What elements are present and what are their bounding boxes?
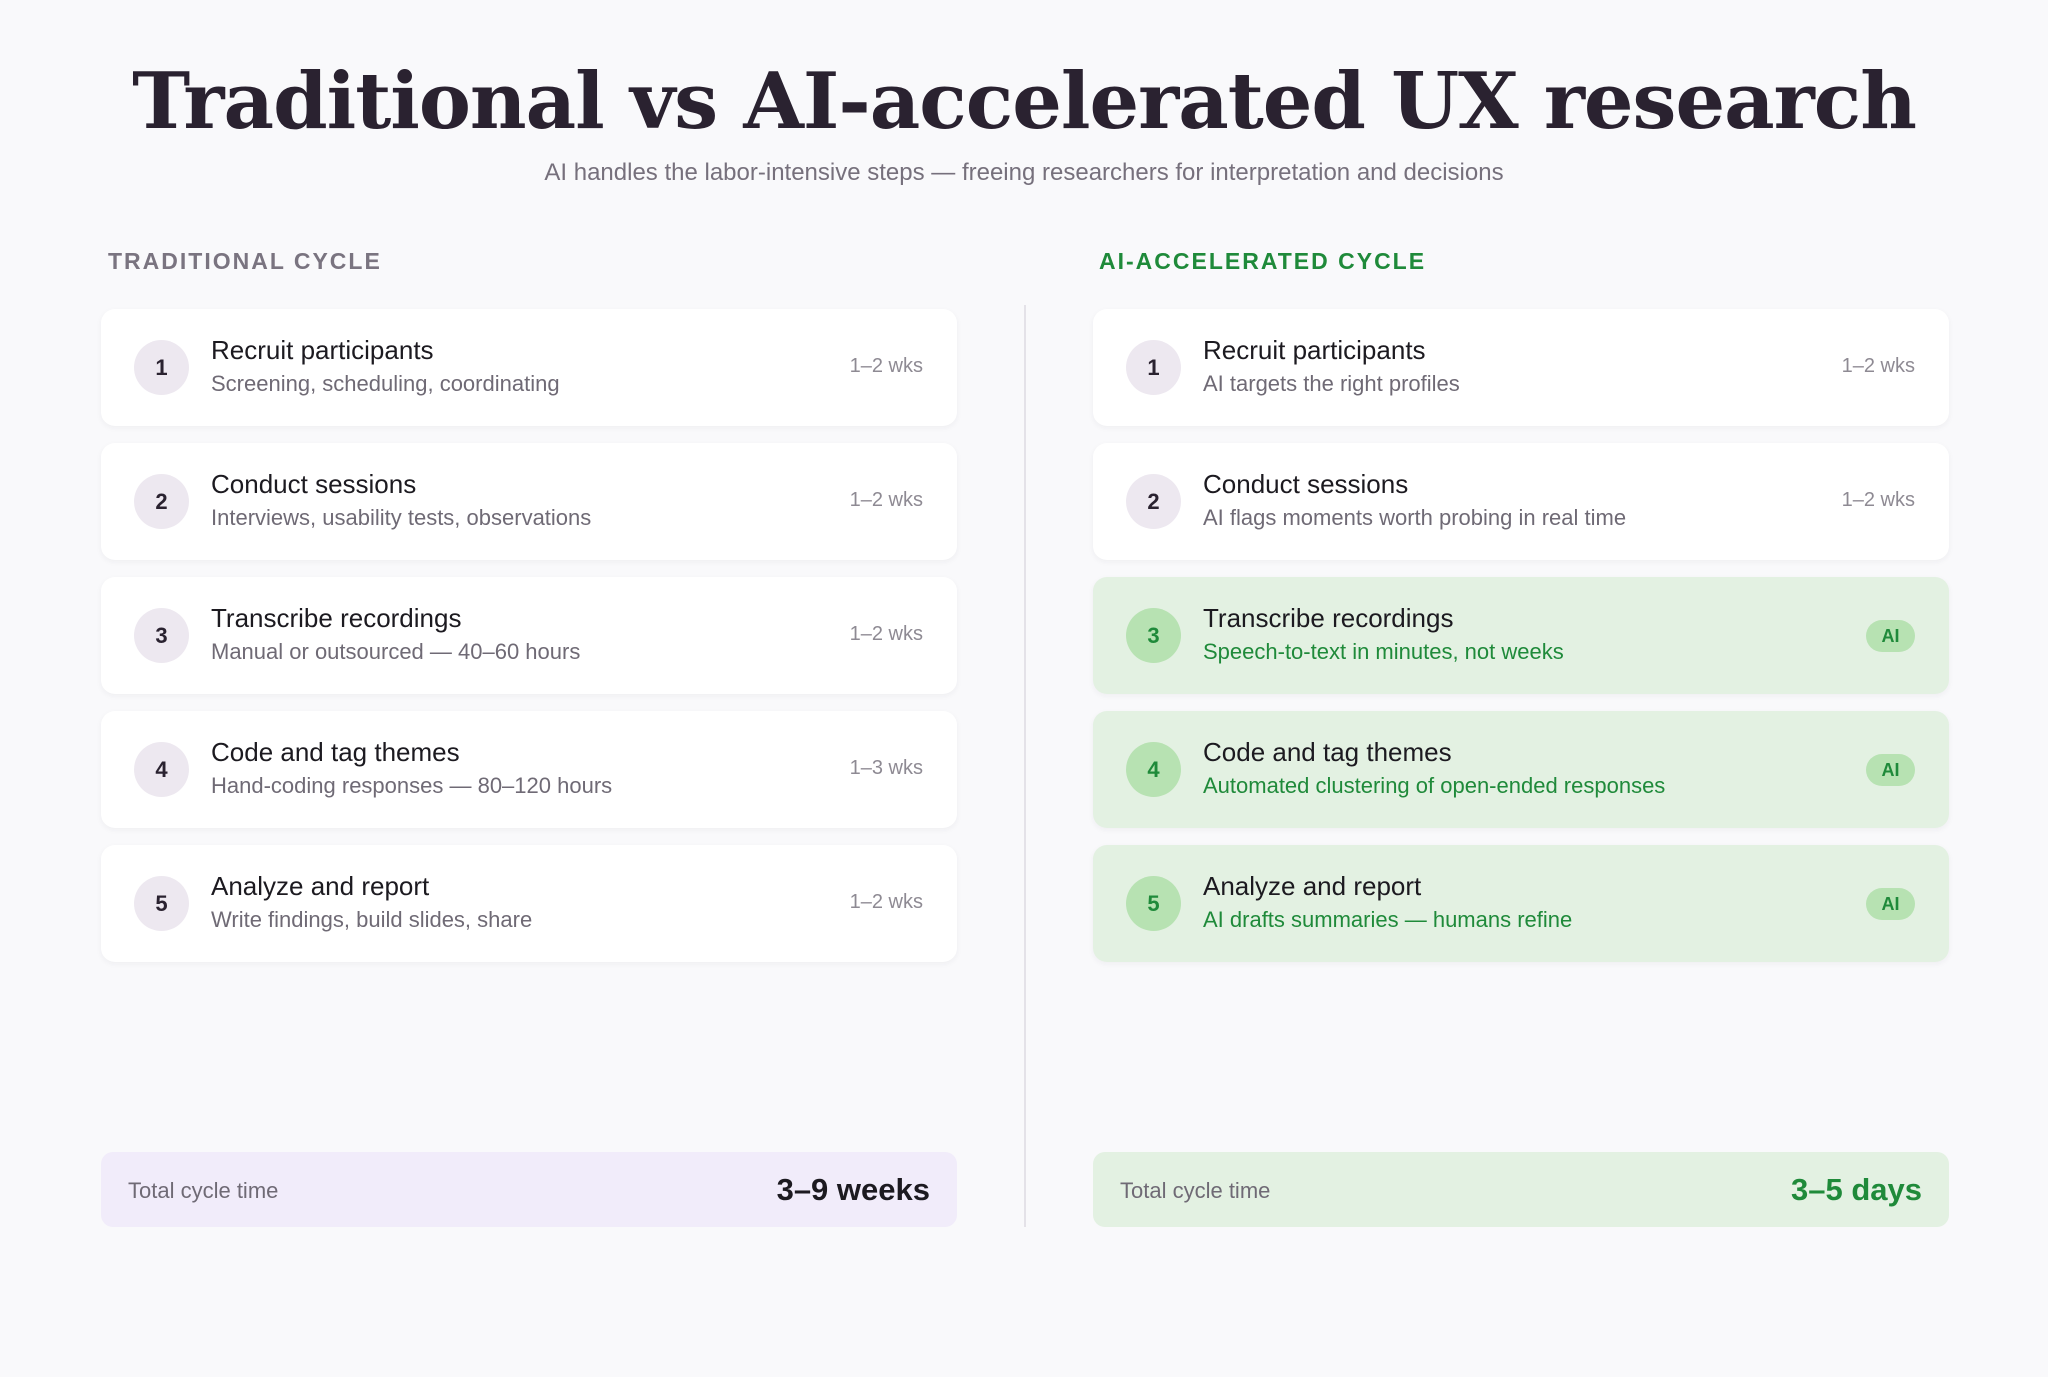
step-number-badge: 4 (1126, 742, 1181, 797)
step-duration: 1–2 wks (849, 891, 923, 913)
step-number-badge: 5 (1126, 876, 1181, 931)
traditional-step-card: 5 Analyze and report Write findings, bui… (101, 845, 957, 962)
step-duration: 1–2 wks (1841, 355, 1915, 377)
ai-step-card-highlighted: 5 Analyze and report AI drafts summaries… (1093, 845, 1949, 962)
step-duration: 1–3 wks (849, 757, 923, 779)
step-title: Code and tag themes (211, 737, 460, 767)
traditional-total-bar: Total cycle time 3–9 weeks (101, 1152, 957, 1227)
step-duration: 1–2 wks (1841, 489, 1915, 511)
column-divider (1024, 305, 1026, 1227)
step-title: Analyze and report (211, 871, 430, 901)
step-number-badge: 3 (134, 608, 189, 663)
ai-step-card: 1 Recruit participants AI targets the ri… (1093, 309, 1949, 426)
traditional-step-card: 2 Conduct sessions Interviews, usability… (101, 443, 957, 560)
step-duration: 1–2 wks (849, 355, 923, 377)
step-title: Transcribe recordings (211, 603, 462, 633)
step-description: Speech-to-text in minutes, not weeks (1203, 639, 1564, 664)
total-value: 3–5 days (1791, 1172, 1922, 1207)
page: Traditional vs AI-accelerated UX researc… (0, 0, 2048, 1377)
step-number-badge: 1 (1126, 340, 1181, 395)
ai-total-bar: Total cycle time 3–5 days (1093, 1152, 1949, 1227)
step-description: AI drafts summaries — humans refine (1203, 907, 1573, 932)
step-number-badge: 2 (1126, 474, 1181, 529)
ai-column-heading: AI-ACCELERATED CYCLE (1099, 248, 1427, 274)
step-duration: 1–2 wks (849, 623, 923, 645)
step-number-badge: 4 (134, 742, 189, 797)
step-title: Recruit participants (1203, 335, 1426, 365)
page-title: Traditional vs AI-accelerated UX researc… (132, 56, 1917, 147)
traditional-step-card: 4 Code and tag themes Hand-coding respon… (101, 711, 957, 828)
ai-badge: AI (1866, 754, 1915, 786)
step-number-badge: 5 (134, 876, 189, 931)
step-description: Automated clustering of open-ended respo… (1203, 773, 1666, 798)
traditional-step-card: 1 Recruit participants Screening, schedu… (101, 309, 957, 426)
ai-step-card: 2 Conduct sessions AI flags moments wort… (1093, 443, 1949, 560)
step-title: Conduct sessions (211, 469, 417, 499)
step-description: Manual or outsourced — 40–60 hours (211, 639, 581, 664)
total-label: Total cycle time (1120, 1178, 1271, 1203)
step-number-badge: 3 (1126, 608, 1181, 663)
step-number-badge: 1 (134, 340, 189, 395)
total-label: Total cycle time (128, 1178, 279, 1203)
traditional-step-card: 3 Transcribe recordings Manual or outsou… (101, 577, 957, 694)
step-title: Analyze and report (1203, 871, 1422, 901)
step-description: Hand-coding responses — 80–120 hours (211, 773, 613, 798)
ai-step-card-highlighted: 3 Transcribe recordings Speech-to-text i… (1093, 577, 1949, 694)
step-duration: 1–2 wks (849, 489, 923, 511)
step-description: AI flags moments worth probing in real t… (1203, 505, 1627, 530)
traditional-column-heading: TRADITIONAL CYCLE (108, 248, 382, 274)
ai-step-card-highlighted: 4 Code and tag themes Automated clusteri… (1093, 711, 1949, 828)
step-title: Recruit participants (211, 335, 434, 365)
step-title: Code and tag themes (1203, 737, 1452, 767)
page-subtitle: AI handles the labor-intensive steps — f… (544, 159, 1504, 186)
step-description: Write findings, build slides, share (211, 907, 533, 932)
ai-steps-list: 1 Recruit participants AI targets the ri… (1093, 309, 1949, 979)
step-description: AI targets the right profiles (1203, 371, 1460, 396)
step-description: Interviews, usability tests, observation… (211, 505, 592, 530)
ai-badge: AI (1866, 620, 1915, 652)
traditional-steps-list: 1 Recruit participants Screening, schedu… (101, 309, 957, 979)
step-title: Conduct sessions (1203, 469, 1409, 499)
step-title: Transcribe recordings (1203, 603, 1454, 633)
step-number-badge: 2 (134, 474, 189, 529)
ai-badge: AI (1866, 888, 1915, 920)
total-value: 3–9 weeks (776, 1172, 930, 1207)
step-description: Screening, scheduling, coordinating (211, 371, 560, 396)
